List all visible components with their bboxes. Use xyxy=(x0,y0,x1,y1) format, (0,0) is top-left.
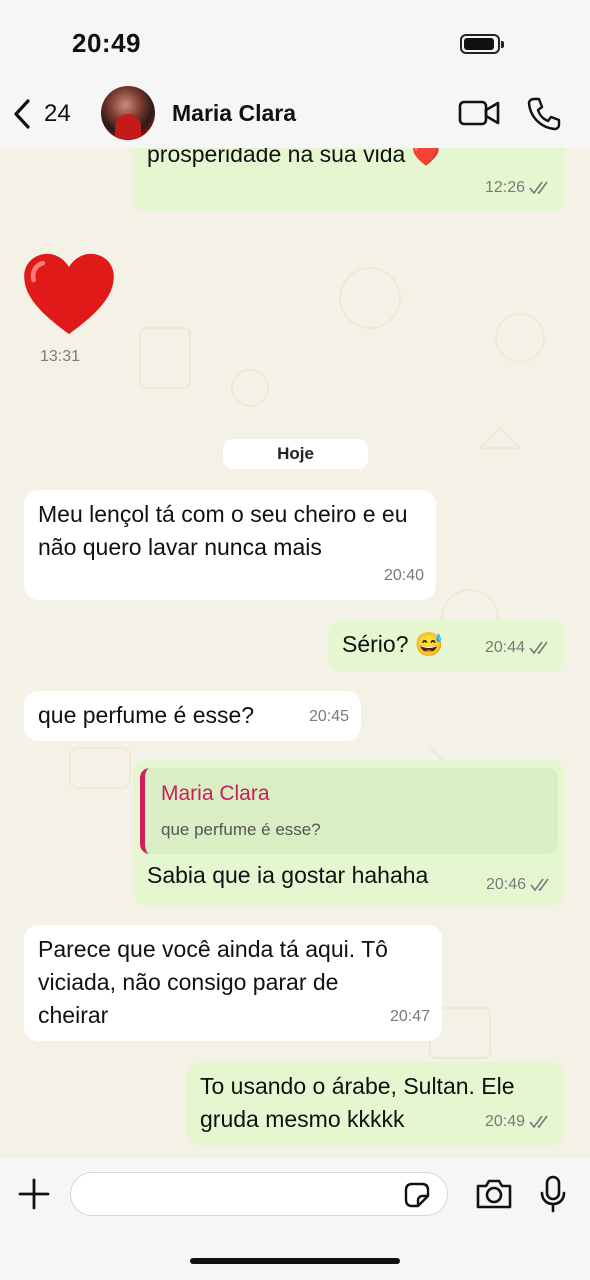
message-input[interactable] xyxy=(70,1172,448,1216)
message-text: prosperidade na sua vida ❤️ xyxy=(147,148,441,167)
message-time: 12:26 xyxy=(484,179,525,196)
message-text: Parece que você ainda tá aqui. Tô viciad… xyxy=(38,936,388,1028)
plus-icon[interactable] xyxy=(16,1176,52,1212)
reply-quote[interactable]: Maria Clara que perfume é esse? xyxy=(140,768,558,854)
double-check-icon xyxy=(530,878,549,892)
message-meta: 20:47 xyxy=(390,1000,430,1033)
chat-header: 24 Maria Clara xyxy=(0,80,590,148)
message-outgoing[interactable]: Sério? 😅 20:44 xyxy=(328,620,565,672)
double-check-icon xyxy=(529,1115,548,1128)
message-outgoing[interactable]: To usando o árabe, Sultan. Ele gruda mes… xyxy=(186,1062,565,1146)
message-meta: 20:46 xyxy=(486,876,554,894)
composer-bar xyxy=(0,1158,590,1280)
microphone-icon[interactable] xyxy=(538,1174,568,1214)
status-time: 20:49 xyxy=(72,28,141,58)
camera-icon[interactable] xyxy=(474,1176,514,1212)
message-meta: 12:26 xyxy=(485,171,553,204)
message-time: 20:47 xyxy=(389,1008,430,1025)
message-incoming[interactable]: 13:31 xyxy=(22,246,122,376)
unread-count: 24 xyxy=(44,100,71,127)
chevron-left-icon xyxy=(14,99,30,129)
message-incoming[interactable]: que perfume é esse? 20:45 xyxy=(24,691,361,741)
day-separator: Hoje xyxy=(223,439,368,469)
message-text: Meu lençol tá com o seu cheiro e eu não … xyxy=(38,501,408,560)
message-text: que perfume é esse? xyxy=(38,702,255,728)
message-time: 20:49 xyxy=(484,1113,525,1130)
message-meta: 20:49 xyxy=(485,1105,553,1138)
avatar[interactable] xyxy=(101,86,155,140)
message-text: Sabia que ia gostar hahaha xyxy=(147,862,429,888)
double-check-icon xyxy=(529,641,548,654)
message-time: 20:40 xyxy=(383,567,424,584)
message-incoming[interactable]: Parece que você ainda tá aqui. Tô viciad… xyxy=(24,925,442,1041)
reply-sender-name: Maria Clara xyxy=(161,782,270,805)
phone-icon[interactable] xyxy=(526,96,562,132)
video-icon[interactable] xyxy=(458,98,500,128)
message-incoming[interactable]: Meu lençol tá com o seu cheiro e eu não … xyxy=(24,490,436,600)
message-outgoing[interactable]: prosperidade na sua vida ❤️ 12:26 xyxy=(133,148,565,212)
sticker-icon[interactable] xyxy=(402,1180,432,1210)
reply-quoted-text: que perfume é esse? xyxy=(161,820,321,839)
message-time: 20:46 xyxy=(485,876,526,893)
contact-name[interactable]: Maria Clara xyxy=(172,100,296,127)
home-indicator[interactable] xyxy=(190,1258,400,1264)
back-button[interactable]: 24 xyxy=(10,94,80,134)
message-meta: 20:40 xyxy=(384,559,424,592)
chat-area[interactable]: prosperidade na sua vida ❤️ 12:26 13:31 … xyxy=(0,148,590,1158)
message-time: 13:31 xyxy=(40,348,81,365)
status-bar: 20:49 xyxy=(0,0,590,80)
double-check-icon xyxy=(529,181,548,194)
message-meta: 20:44 xyxy=(485,631,553,664)
battery-icon xyxy=(460,34,504,54)
message-time: 20:44 xyxy=(484,639,525,656)
heart-emoji-icon xyxy=(24,253,114,335)
message-time: 20:45 xyxy=(308,708,349,725)
message-meta: 20:45 xyxy=(309,700,349,733)
